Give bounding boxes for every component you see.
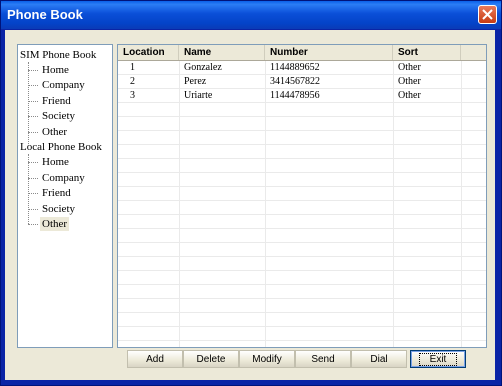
cell-location: 3	[130, 90, 135, 101]
phone-book-window: Phone Book SIM Phone Book Home Company F…	[0, 0, 502, 386]
tree-item-sim-other[interactable]: Other	[40, 125, 69, 139]
table-row[interactable]: 2 Perez 3414567822 Other	[118, 75, 486, 89]
tree-item-sim-company[interactable]: Company	[40, 78, 87, 92]
cell-sort: Other	[398, 62, 421, 73]
tree-line	[28, 85, 38, 86]
tree-line	[28, 132, 38, 133]
table-row-empty	[118, 271, 486, 285]
table-row-empty	[118, 187, 486, 201]
tree-item-local-company[interactable]: Company	[40, 171, 87, 185]
tree-item-sim-home[interactable]: Home	[40, 63, 71, 77]
tree-item-local-other[interactable]: Other	[40, 217, 70, 231]
column-header-filler	[461, 45, 486, 60]
tree-item-sim-society[interactable]: Society	[40, 109, 77, 123]
table-header: Location Name Number Sort	[118, 45, 486, 61]
tree-item-local-friend[interactable]: Friend	[40, 186, 73, 200]
tree-line	[28, 162, 38, 163]
column-header-name[interactable]: Name	[179, 45, 265, 60]
tree-item-local-society[interactable]: Society	[40, 202, 77, 216]
table-row-empty	[118, 299, 486, 313]
tree-root-local[interactable]: Local Phone Book	[20, 140, 102, 154]
exit-button[interactable]: Exit	[410, 350, 466, 368]
cell-name: Uriarte	[184, 90, 213, 101]
modify-button[interactable]: Modify	[239, 350, 295, 368]
table-row-empty	[118, 243, 486, 257]
table-row-empty	[118, 257, 486, 271]
delete-button[interactable]: Delete	[183, 350, 239, 368]
contacts-table[interactable]: Location Name Number Sort 1 Gonzalez 114…	[117, 44, 487, 348]
cell-location: 1	[130, 62, 135, 73]
cell-name: Perez	[184, 76, 207, 87]
cell-number: 1144889652	[270, 62, 320, 73]
table-row-empty	[118, 313, 486, 327]
add-button[interactable]: Add	[127, 350, 183, 368]
tree-item-local-home[interactable]: Home	[40, 155, 71, 169]
table-row-empty	[118, 173, 486, 187]
column-header-number[interactable]: Number	[265, 45, 393, 60]
tree-item-sim-friend[interactable]: Friend	[40, 94, 73, 108]
dial-button[interactable]: Dial	[351, 350, 407, 368]
cell-number: 3414567822	[270, 76, 320, 87]
dialog-body: SIM Phone Book Home Company Friend Socie…	[5, 30, 495, 380]
title-bar[interactable]: Phone Book	[1, 1, 501, 29]
cell-name: Gonzalez	[184, 62, 222, 73]
exit-button-label: Exit	[418, 353, 458, 366]
window-title: Phone Book	[7, 7, 83, 22]
cell-location: 2	[130, 76, 135, 87]
table-row-empty	[118, 327, 486, 341]
phone-book-tree[interactable]: SIM Phone Book Home Company Friend Socie…	[17, 44, 113, 348]
cell-sort: Other	[398, 76, 421, 87]
cell-sort: Other	[398, 90, 421, 101]
column-header-sort[interactable]: Sort	[393, 45, 461, 60]
column-header-location[interactable]: Location	[118, 45, 179, 60]
table-row-empty	[118, 103, 486, 117]
tree-line	[28, 209, 38, 210]
table-row-empty	[118, 201, 486, 215]
table-row-empty	[118, 131, 486, 145]
table-row-empty	[118, 229, 486, 243]
tree-line	[28, 178, 38, 179]
tree-line	[28, 224, 38, 225]
tree-line	[28, 116, 38, 117]
tree-root-sim[interactable]: SIM Phone Book	[20, 48, 96, 62]
table-row[interactable]: 3 Uriarte 1144478956 Other	[118, 89, 486, 103]
tree-line	[28, 193, 38, 194]
table-row-empty	[118, 117, 486, 131]
table-row[interactable]: 1 Gonzalez 1144889652 Other	[118, 61, 486, 75]
send-button[interactable]: Send	[295, 350, 351, 368]
close-icon	[482, 9, 493, 20]
tree-line	[28, 101, 38, 102]
cell-number: 1144478956	[270, 90, 320, 101]
close-button[interactable]	[478, 5, 497, 24]
table-row-empty	[118, 159, 486, 173]
table-row-empty	[118, 145, 486, 159]
table-row-empty	[118, 285, 486, 299]
tree-line	[28, 70, 38, 71]
table-row-empty	[118, 215, 486, 229]
tree-line	[28, 154, 29, 224]
